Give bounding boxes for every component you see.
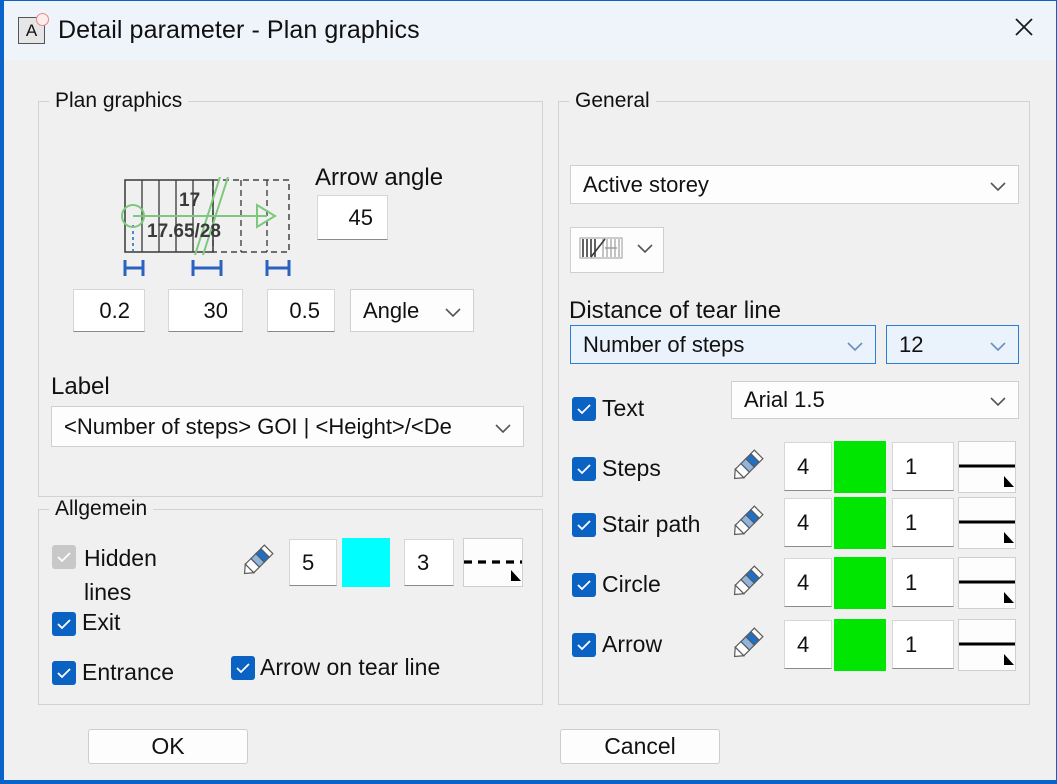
pencil-icon[interactable] xyxy=(728,501,768,541)
tear-line-count-combo[interactable]: 12 xyxy=(886,325,1019,364)
allgemein-line-style-preview[interactable] xyxy=(463,538,523,587)
label-legend: Label xyxy=(51,373,110,400)
circle-pen-input[interactable]: 4 xyxy=(784,558,832,607)
dim3-input[interactable]: 0.5 xyxy=(267,289,335,332)
storey-combo[interactable]: Active storey xyxy=(570,165,1019,204)
font-value: Arial 1.5 xyxy=(744,387,825,412)
allgemein-color-swatch[interactable] xyxy=(342,538,390,587)
stair-path-stroke-input[interactable]: 1 xyxy=(892,498,954,547)
hidden-lines-checkbox xyxy=(52,545,76,569)
arrow-mode-value: Angle xyxy=(363,297,420,323)
chevron-down-icon xyxy=(445,298,461,324)
stair-path-pen-input[interactable]: 4 xyxy=(784,498,832,547)
chevron-down-icon xyxy=(495,414,511,440)
stair-preview-diagram: 17 17.65/28 xyxy=(117,176,297,264)
arrow-checkbox[interactable] xyxy=(572,633,596,657)
tear-line-mode-value: Number of steps xyxy=(583,331,745,357)
stair-path-color-swatch[interactable] xyxy=(834,497,886,549)
chevron-down-icon xyxy=(847,332,863,358)
steps-stroke-input[interactable]: 1 xyxy=(892,442,954,491)
title-bar: A Detail parameter - Plan graphics xyxy=(4,1,1056,60)
hatch-pattern-icon xyxy=(579,236,623,265)
steps-color-swatch[interactable] xyxy=(834,441,886,493)
steps-label: Steps xyxy=(602,455,661,481)
circle-color-swatch[interactable] xyxy=(834,557,886,609)
text-checkbox[interactable] xyxy=(572,397,596,421)
circle-line-style-preview[interactable] xyxy=(958,557,1016,609)
ok-button[interactable]: OK xyxy=(88,729,248,764)
tear-line-count-value: 12 xyxy=(899,331,924,357)
tear-line-label: Distance of tear line xyxy=(569,297,782,324)
dimension-markers xyxy=(117,258,297,285)
circle-stroke-input[interactable]: 1 xyxy=(892,558,954,607)
circle-label: Circle xyxy=(602,571,661,597)
arrow-stroke-input[interactable]: 1 xyxy=(892,620,954,669)
chevron-down-icon xyxy=(990,172,1006,198)
svg-text:17.65/28: 17.65/28 xyxy=(147,221,221,242)
steps-line-style-preview[interactable] xyxy=(958,441,1016,493)
badge-icon xyxy=(36,13,49,26)
arrow-angle-label: Arrow angle xyxy=(315,164,444,191)
arrow-line-style-preview[interactable] xyxy=(958,619,1016,671)
pencil-icon[interactable] xyxy=(728,623,768,663)
exit-checkbox[interactable] xyxy=(52,612,76,636)
allgemein-pen-input[interactable]: 5 xyxy=(289,539,337,586)
window-title: Detail parameter - Plan graphics xyxy=(58,16,420,44)
entrance-label: Entrance xyxy=(82,659,175,685)
plan-graphics-legend: Plan graphics xyxy=(49,89,189,113)
arrow-on-tear-line-label: Arrow on tear line xyxy=(260,654,441,680)
arrow-mode-combo[interactable]: Angle xyxy=(350,289,474,332)
svg-text:17: 17 xyxy=(179,190,200,211)
arrow-pen-input[interactable]: 4 xyxy=(784,620,832,669)
letter-a-icon: A xyxy=(18,13,49,44)
font-combo[interactable]: Arial 1.5 xyxy=(731,381,1019,419)
tear-line-mode-combo[interactable]: Number of steps xyxy=(570,325,876,364)
stair-path-line-style-preview[interactable] xyxy=(958,497,1016,549)
chevron-down-icon xyxy=(990,387,1006,413)
dim1-input[interactable]: 0.2 xyxy=(73,289,145,332)
entrance-checkbox[interactable] xyxy=(52,661,76,685)
chevron-down-icon xyxy=(990,332,1006,358)
pencil-icon[interactable] xyxy=(728,561,768,601)
label-value: <Number of steps> GOI | <Height>/<De xyxy=(64,413,452,439)
dim2-input[interactable]: 30 xyxy=(168,289,243,332)
label-combo[interactable]: <Number of steps> GOI | <Height>/<De xyxy=(51,406,524,447)
exit-label: Exit xyxy=(82,609,121,635)
steps-checkbox[interactable] xyxy=(572,457,596,481)
stair-path-label: Stair path xyxy=(602,511,701,537)
pencil-icon[interactable] xyxy=(238,540,278,580)
circle-checkbox[interactable] xyxy=(572,573,596,597)
pencil-icon[interactable] xyxy=(728,445,768,485)
steps-pen-input[interactable]: 4 xyxy=(784,442,832,491)
arrow-label: Arrow xyxy=(602,631,663,657)
stair-path-checkbox[interactable] xyxy=(572,513,596,537)
allgemein-legend: Allgemein xyxy=(49,497,154,521)
arrow-angle-input[interactable]: 45 xyxy=(317,195,388,240)
arrow-on-tear-line-checkbox[interactable] xyxy=(231,656,255,680)
arrow-color-swatch[interactable] xyxy=(834,619,886,671)
text-label: Text xyxy=(602,395,645,421)
general-legend: General xyxy=(569,89,656,113)
storey-value: Active storey xyxy=(583,171,709,197)
cancel-button[interactable]: Cancel xyxy=(560,729,720,764)
allgemein-stroke-input[interactable]: 3 xyxy=(404,539,454,586)
hidden-lines-label: Hidden lines xyxy=(84,545,157,605)
chevron-down-icon xyxy=(637,241,653,259)
hatch-pattern-combo[interactable] xyxy=(570,227,664,273)
dialog-window: A Detail parameter - Plan graphics Plan … xyxy=(0,0,1057,784)
close-icon[interactable] xyxy=(992,1,1056,53)
